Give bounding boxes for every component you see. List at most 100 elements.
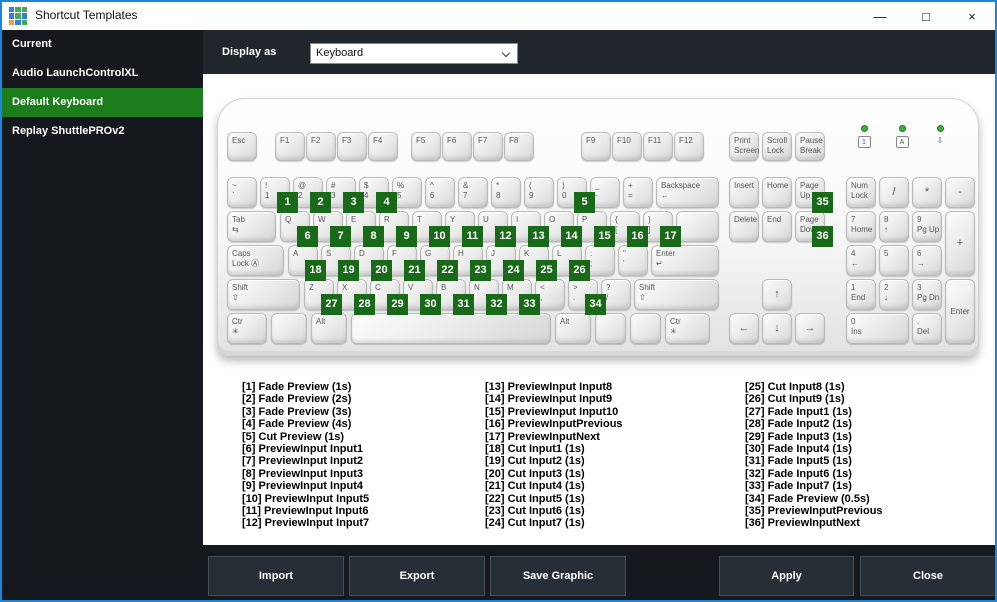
key-rctrl[interactable]: Ctr ✳ [665, 313, 710, 344]
key-pause-break[interactable]: Pause Break [795, 132, 825, 161]
key-insert[interactable]: Insert [729, 177, 759, 208]
key-9[interactable]: (9 [524, 177, 554, 208]
shortcut-badge-32: 32 [486, 294, 507, 315]
sidebar-item-replay-shuttleprov2[interactable]: Replay ShuttlePROv2 [2, 117, 203, 146]
apply-button[interactable]: Apply [719, 556, 854, 596]
key-np-multiply[interactable]: * [912, 177, 942, 208]
legend-entry: [16] PreviewInputPrevious [485, 418, 623, 431]
key-z[interactable]: Z 27 [304, 279, 342, 315]
key-f8[interactable]: F8 [504, 132, 534, 161]
key-end[interactable]: End [762, 211, 792, 242]
key-np1[interactable]: 1 End [846, 279, 876, 310]
legend-entry: [28] Fade Input2 (1s) [745, 418, 852, 431]
close-button[interactable]: × [949, 2, 995, 30]
key-np0[interactable]: 0 Ins [846, 313, 909, 344]
key-pagedown[interactable]: Page Down 36 [795, 211, 833, 247]
close-button[interactable]: Close [860, 556, 995, 596]
key-f9[interactable]: F9 [581, 132, 611, 161]
key-np9[interactable]: 9 Pg Up [912, 211, 942, 242]
key-rwin[interactable] [595, 313, 626, 344]
key-1[interactable]: ! 1 1 [260, 177, 298, 213]
import-button[interactable]: Import [208, 556, 344, 596]
key-f3[interactable]: F3 [337, 132, 367, 161]
key-f1[interactable]: F1 [275, 132, 305, 161]
key-lwin[interactable] [271, 313, 307, 344]
key-arrow-up[interactable]: ↑ [762, 279, 792, 310]
export-button[interactable]: Export [349, 556, 485, 596]
key-menu[interactable] [630, 313, 661, 344]
key-np-subtract[interactable]: - [945, 177, 975, 208]
key-arrow-down[interactable]: ↓ [762, 313, 792, 344]
key-lalt[interactable]: Alt [311, 313, 347, 344]
key-tab[interactable]: Tab ⇆ [227, 211, 276, 242]
sidebar-item-default-keyboard[interactable]: Default Keyboard [2, 88, 203, 117]
key-f12[interactable]: F12 [674, 132, 704, 161]
shortcut-badge-17: 17 [660, 226, 681, 247]
key-np5[interactable]: 5 [879, 245, 909, 276]
led-dot [898, 125, 906, 132]
key-lctrl[interactable]: Ctr ✳ [227, 313, 267, 344]
key-esc[interactable]: Esc [227, 132, 257, 161]
key-arrow-right[interactable]: → [795, 313, 825, 344]
key-lshift[interactable]: Shift ⇧ [227, 279, 300, 310]
key-7[interactable]: & 7 [458, 177, 488, 208]
key-scroll-lock[interactable]: Scroll Lock [762, 132, 792, 161]
key-f10[interactable]: F10 [612, 132, 642, 161]
key-a[interactable]: A 18 [288, 245, 326, 281]
key-np8[interactable]: 8 ↑ [879, 211, 909, 242]
sidebar-item-audio-launchcontrolxl[interactable]: Audio LaunchControlXL [2, 59, 203, 88]
shortcut-badge-13: 13 [528, 226, 549, 247]
key-pageup[interactable]: Page Up 35 [795, 177, 833, 213]
key-numlock[interactable]: Num Lock [846, 177, 876, 208]
key-enter[interactable]: Enter ↵ [651, 245, 719, 276]
key-capslock[interactable]: Caps Lock Ⓐ [227, 245, 284, 276]
key-arrow-left[interactable]: ← [729, 313, 759, 344]
key-grave[interactable]: ~ ` [227, 177, 257, 208]
key-np-enter[interactable]: Enter [945, 279, 975, 344]
shortcut-badge-7: 7 [330, 226, 351, 247]
key-np-decimal[interactable]: . Del [912, 313, 942, 344]
legend-entry: [8] PreviewInput Input3 [242, 467, 364, 480]
key-np4[interactable]: 4 ← [846, 245, 876, 276]
key-equals[interactable]: + = [623, 177, 653, 208]
key-quote[interactable]: " ' [618, 245, 648, 276]
key-f7[interactable]: F7 [473, 132, 503, 161]
key-f5[interactable]: F5 [411, 132, 441, 161]
key-np-add[interactable]: + [945, 211, 975, 276]
display-as-dropdown[interactable]: Keyboard [310, 43, 518, 64]
key-q[interactable]: Q6 [280, 211, 318, 247]
shortcut-badge-10: 10 [429, 226, 450, 247]
key-0[interactable]: ) 0 5 [557, 177, 595, 213]
key-np-divide[interactable]: / [879, 177, 909, 208]
key-np3[interactable]: 3 Pg Dn [912, 279, 942, 310]
legend-entry: [25] Cut Input8 (1s) [745, 381, 845, 393]
key-ralt[interactable]: Alt [555, 313, 591, 344]
key-space[interactable] [351, 313, 551, 344]
legend-entry: [20] Cut Input3 (1s) [485, 467, 585, 480]
footer: Import Export Save Graphic Apply Close [203, 545, 995, 600]
maximize-icon: □ [922, 8, 930, 24]
maximize-button[interactable]: □ [903, 2, 949, 30]
minimize-button[interactable]: — [857, 2, 903, 30]
key-f2[interactable]: F2 [306, 132, 336, 161]
shortcut-badge-25: 25 [536, 260, 557, 281]
key-backspace[interactable]: Backspace ← [656, 177, 719, 208]
key-rshift[interactable]: Shift ⇧ [634, 279, 719, 310]
key-np7[interactable]: 7 Home [846, 211, 876, 242]
key-delete[interactable]: Delete [729, 211, 759, 242]
key-6[interactable]: ^ 6 [425, 177, 455, 208]
sidebar-item-current[interactable]: Current [2, 30, 203, 59]
key-np2[interactable]: 2 ↓ [879, 279, 909, 310]
key-f6[interactable]: F6 [442, 132, 472, 161]
key-backslash[interactable] [676, 211, 719, 242]
key-period[interactable]: >. 34 [568, 279, 606, 315]
key-f11[interactable]: F11 [643, 132, 673, 161]
key-8[interactable]: * 8 [491, 177, 521, 208]
save-graphic-button[interactable]: Save Graphic [490, 556, 626, 596]
key-print-screen[interactable]: Print Screen [729, 132, 759, 161]
key-f4[interactable]: F4 [368, 132, 398, 161]
shortcut-badge-28: 28 [354, 294, 375, 315]
shortcut-badge-19: 19 [338, 260, 359, 281]
key-home[interactable]: Home [762, 177, 792, 208]
key-np6[interactable]: 6 → [912, 245, 942, 276]
